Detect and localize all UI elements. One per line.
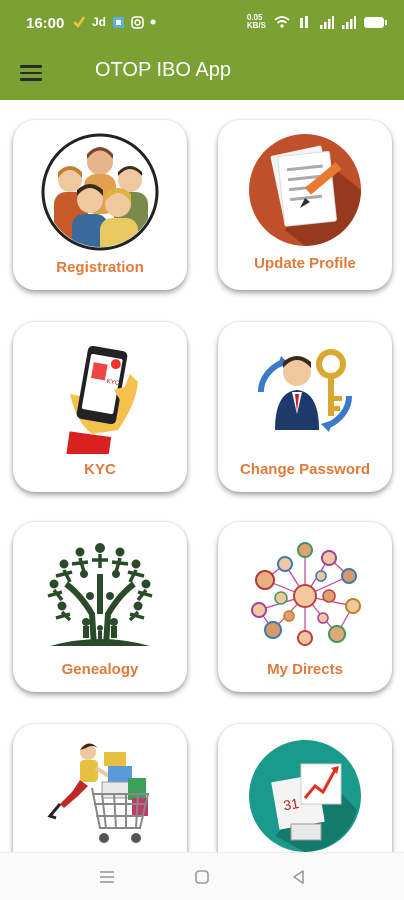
status-bar: 16:00 Jd 0.05 KB/S [0,0,404,48]
signal-icon [342,15,356,29]
status-right-icons: 0.05 KB/S [247,14,387,30]
network-people-icon [251,542,361,646]
app-bar: OTOP IBO App [0,48,404,100]
dot-icon [150,19,156,25]
tile-kyc[interactable]: KYC KYC [13,322,187,492]
status-time: 16:00 [26,15,65,32]
group-of-people-icon [41,133,159,251]
tile-label-genealogy: Genealogy [61,661,139,678]
tile-label-my-directs: My Directs [267,661,343,678]
shield-icon [113,16,125,28]
tile-change-password[interactable]: Change Password [218,322,392,492]
camera-icon [131,15,144,29]
tile-update-profile[interactable]: Update Profile [218,120,392,290]
volte-icon [300,16,308,28]
dashboard-grid: Registration Update Profile KYC KYC Chan… [0,100,404,852]
tile-label-kyc: KYC [84,461,116,478]
recent-apps-icon[interactable] [96,867,118,887]
svg-text:31: 31 [282,795,300,813]
tile-shopping[interactable] [13,724,187,852]
calendar-chart-icon: 31 [249,740,361,852]
data-speed: 0.05 KB/S [247,14,266,30]
app-title: OTOP IBO App [95,59,231,81]
businessman-key-icon [257,349,353,432]
tile-label-change-password: Change Password [239,461,371,478]
menu-icon[interactable] [20,60,46,86]
jd-icon: Jd [92,15,107,29]
edit-document-icon [249,134,361,246]
status-left-icons: Jd [72,15,156,29]
tile-my-directs[interactable]: My Directs [218,522,392,692]
tile-label-registration: Registration [56,259,144,276]
tree-people-icon [47,543,153,647]
tile-calendar[interactable]: 31 [218,724,392,852]
shopping-cart-icon [47,743,150,843]
battery-icon [364,16,387,28]
home-icon[interactable] [191,867,213,887]
phone-id-icon: KYC [66,345,138,454]
wifi-icon [274,16,290,28]
check-icon [73,16,86,28]
tile-label-update-profile: Update Profile [254,255,356,272]
signal-icon [320,15,334,29]
data-speed-unit: KB/S [246,21,266,30]
tile-registration[interactable]: Registration [13,120,187,290]
tile-genealogy[interactable]: Genealogy [13,522,187,692]
system-nav-bar [0,852,404,900]
back-icon[interactable] [288,867,310,887]
